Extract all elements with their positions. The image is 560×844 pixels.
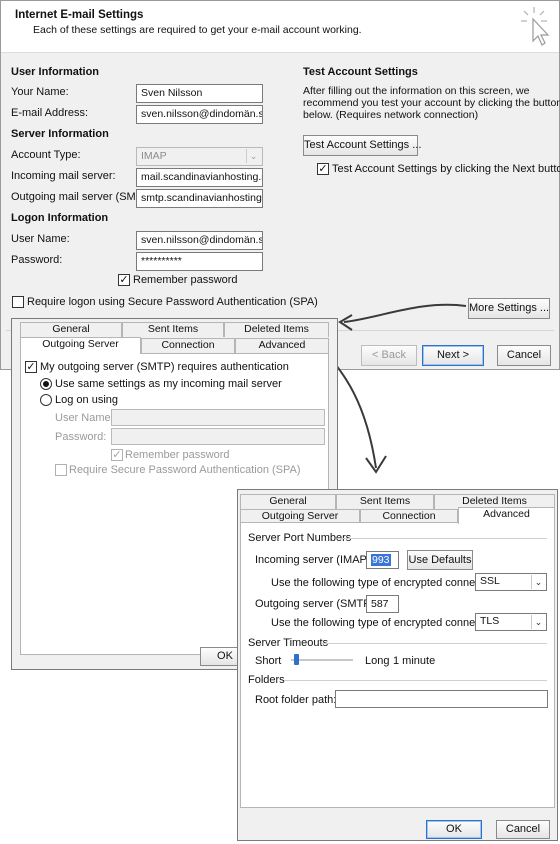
chevron-down-icon: ⌄ (531, 615, 545, 629)
root-folder-field[interactable] (335, 690, 548, 708)
ok-button[interactable]: OK (426, 820, 482, 839)
incoming-encryption-label: Use the following type of encrypted conn… (271, 577, 502, 589)
requires-auth-label: My outgoing server (SMTP) requires authe… (40, 361, 289, 373)
group-divider (337, 538, 547, 539)
password-field[interactable] (111, 428, 325, 445)
timeout-short-label: Short (255, 655, 282, 667)
group-divider (321, 643, 547, 644)
tab-sent-items[interactable]: Sent Items (336, 494, 434, 509)
outgoing-encryption-label: Use the following type of encrypted conn… (271, 617, 502, 629)
tab-advanced[interactable]: Advanced (235, 338, 329, 353)
tab-outgoing-server[interactable]: Outgoing Server (20, 337, 141, 354)
folders-heading: Folders (248, 674, 285, 686)
use-defaults-button[interactable]: Use Defaults (407, 550, 473, 570)
password-label: Password: (55, 431, 107, 443)
group-divider (284, 680, 547, 681)
outgoing-encryption-value: TLS (480, 615, 500, 627)
outgoing-port-field[interactable]: 587 (366, 595, 399, 613)
timeout-value: 1 minute (393, 655, 436, 667)
incoming-encryption-value: SSL (480, 575, 500, 587)
requires-auth-checkbox[interactable]: ✓ (25, 361, 37, 373)
advanced-panel: Server Port Numbers Incoming server (IMA… (240, 522, 555, 808)
slider-thumb[interactable] (294, 654, 299, 665)
remember-password-label: Remember password (125, 449, 230, 461)
incoming-port-label: Incoming server (IMAP): (255, 554, 374, 566)
outgoing-encryption-select[interactable]: TLS ⌄ (475, 613, 547, 631)
spa-label: Require Secure Password Authentication (… (69, 464, 301, 476)
advanced-settings-dialog: General Sent Items Deleted Items Outgoin… (237, 489, 558, 841)
tab-deleted-items[interactable]: Deleted Items (224, 322, 329, 337)
server-port-numbers-heading: Server Port Numbers (248, 532, 352, 544)
same-settings-label: Use same settings as my incoming mail se… (55, 378, 282, 390)
cancel-button[interactable]: Cancel (496, 820, 550, 839)
same-settings-radio[interactable] (40, 378, 52, 390)
tab-advanced[interactable]: Advanced (458, 507, 555, 524)
log-on-using-radio[interactable] (40, 394, 52, 406)
timeout-slider[interactable] (291, 653, 353, 667)
tab-sent-items[interactable]: Sent Items (122, 322, 224, 337)
server-timeouts-heading: Server Timeouts (248, 637, 329, 649)
tab-general[interactable]: General (240, 494, 336, 509)
user-name-label: User Name: (55, 412, 114, 424)
user-name-field[interactable] (111, 409, 325, 426)
incoming-encryption-select[interactable]: SSL ⌄ (475, 573, 547, 591)
slider-track (291, 659, 353, 661)
spa-checkbox[interactable] (55, 464, 67, 476)
incoming-port-value: 993 (371, 554, 391, 566)
root-folder-label: Root folder path: (255, 694, 337, 706)
remember-password-checkbox[interactable]: ✓ (111, 449, 123, 461)
incoming-port-field[interactable]: 993 (366, 551, 399, 569)
outgoing-port-label: Outgoing server (SMTP): (255, 598, 378, 610)
timeout-long-label: Long (365, 655, 390, 667)
chevron-down-icon: ⌄ (531, 575, 545, 589)
log-on-using-label: Log on using (55, 394, 118, 406)
tab-general[interactable]: General (20, 322, 122, 337)
tab-connection[interactable]: Connection (141, 338, 235, 353)
